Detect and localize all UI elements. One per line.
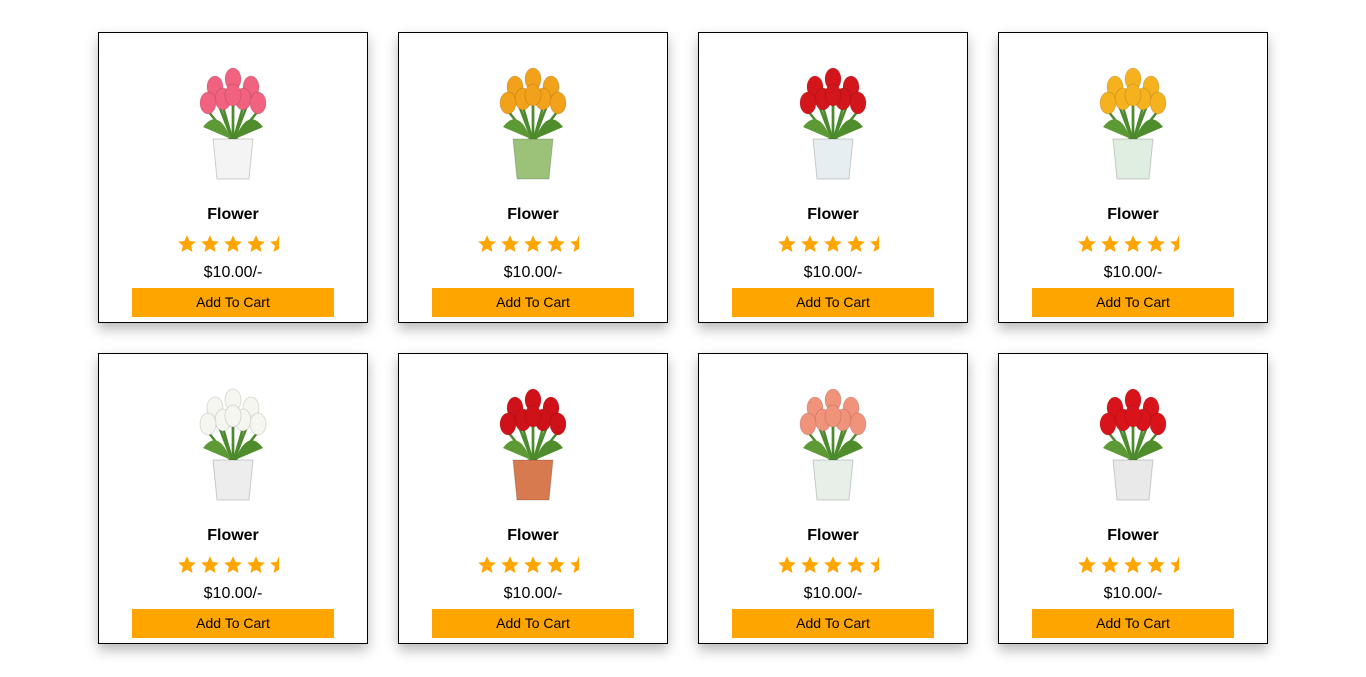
add-to-cart-button[interactable]: Add To Cart — [1032, 288, 1234, 317]
star-icon — [200, 555, 220, 575]
star-icon — [777, 555, 797, 575]
half-star-icon — [1169, 234, 1189, 254]
rating-stars — [777, 234, 889, 254]
product-image — [1063, 47, 1203, 187]
star-icon — [523, 234, 543, 254]
star-icon — [223, 555, 243, 575]
star-icon — [477, 234, 497, 254]
product-title: Flower — [207, 527, 259, 544]
product-price: $10.00/- — [803, 585, 863, 602]
star-icon — [477, 555, 497, 575]
product-card: Flower $10.00/- Add To Cart — [698, 353, 968, 644]
star-icon — [546, 234, 566, 254]
star-icon — [1100, 234, 1120, 254]
product-image — [163, 47, 303, 187]
rating-stars — [1077, 555, 1189, 575]
product-price: $10.00/- — [803, 264, 863, 281]
star-icon — [246, 234, 266, 254]
star-icon — [223, 234, 243, 254]
star-icon — [177, 555, 197, 575]
product-title: Flower — [1107, 527, 1159, 544]
half-star-icon — [569, 555, 589, 575]
product-card: Flower $10.00/- Add To Cart — [398, 353, 668, 644]
star-icon — [777, 234, 797, 254]
star-icon — [1146, 234, 1166, 254]
half-star-icon — [869, 234, 889, 254]
rating-stars — [477, 234, 589, 254]
product-title: Flower — [807, 206, 859, 223]
product-title: Flower — [507, 206, 559, 223]
half-star-icon — [269, 234, 289, 254]
half-star-icon — [869, 555, 889, 575]
product-title: Flower — [807, 527, 859, 544]
add-to-cart-button[interactable]: Add To Cart — [732, 609, 934, 638]
half-star-icon — [569, 234, 589, 254]
product-image — [763, 47, 903, 187]
product-card: Flower $10.00/- Add To Cart — [98, 353, 368, 644]
product-card: Flower $10.00/- Add To Cart — [98, 32, 368, 323]
star-icon — [546, 555, 566, 575]
product-title: Flower — [207, 206, 259, 223]
product-image — [463, 47, 603, 187]
star-icon — [1146, 555, 1166, 575]
product-image — [763, 368, 903, 508]
product-title: Flower — [507, 527, 559, 544]
half-star-icon — [1169, 555, 1189, 575]
product-card: Flower $10.00/- Add To Cart — [698, 32, 968, 323]
star-icon — [1077, 234, 1097, 254]
star-icon — [846, 555, 866, 575]
star-icon — [246, 555, 266, 575]
rating-stars — [177, 555, 289, 575]
star-icon — [1077, 555, 1097, 575]
product-card: Flower $10.00/- Add To Cart — [398, 32, 668, 323]
star-icon — [200, 234, 220, 254]
product-card: Flower $10.00/- Add To Cart — [998, 32, 1268, 323]
product-price: $10.00/- — [203, 264, 263, 281]
product-price: $10.00/- — [1103, 585, 1163, 602]
star-icon — [823, 234, 843, 254]
star-icon — [523, 555, 543, 575]
product-grid: Flower $10.00/- Add To Cart Flower $10.00/- A… — [98, 32, 1268, 644]
product-image — [1063, 368, 1203, 508]
add-to-cart-button[interactable]: Add To Cart — [432, 609, 634, 638]
star-icon — [800, 555, 820, 575]
star-icon — [1123, 234, 1143, 254]
product-price: $10.00/- — [1103, 264, 1163, 281]
add-to-cart-button[interactable]: Add To Cart — [132, 609, 334, 638]
product-card: Flower $10.00/- Add To Cart — [998, 353, 1268, 644]
product-title: Flower — [1107, 206, 1159, 223]
rating-stars — [1077, 234, 1189, 254]
rating-stars — [777, 555, 889, 575]
star-icon — [500, 555, 520, 575]
star-icon — [177, 234, 197, 254]
product-image — [163, 368, 303, 508]
product-price: $10.00/- — [503, 585, 563, 602]
star-icon — [800, 234, 820, 254]
star-icon — [823, 555, 843, 575]
product-price: $10.00/- — [503, 264, 563, 281]
add-to-cart-button[interactable]: Add To Cart — [432, 288, 634, 317]
add-to-cart-button[interactable]: Add To Cart — [132, 288, 334, 317]
star-icon — [1123, 555, 1143, 575]
add-to-cart-button[interactable]: Add To Cart — [1032, 609, 1234, 638]
rating-stars — [177, 234, 289, 254]
add-to-cart-button[interactable]: Add To Cart — [732, 288, 934, 317]
rating-stars — [477, 555, 589, 575]
half-star-icon — [269, 555, 289, 575]
star-icon — [1100, 555, 1120, 575]
star-icon — [846, 234, 866, 254]
product-price: $10.00/- — [203, 585, 263, 602]
star-icon — [500, 234, 520, 254]
product-image — [463, 368, 603, 508]
